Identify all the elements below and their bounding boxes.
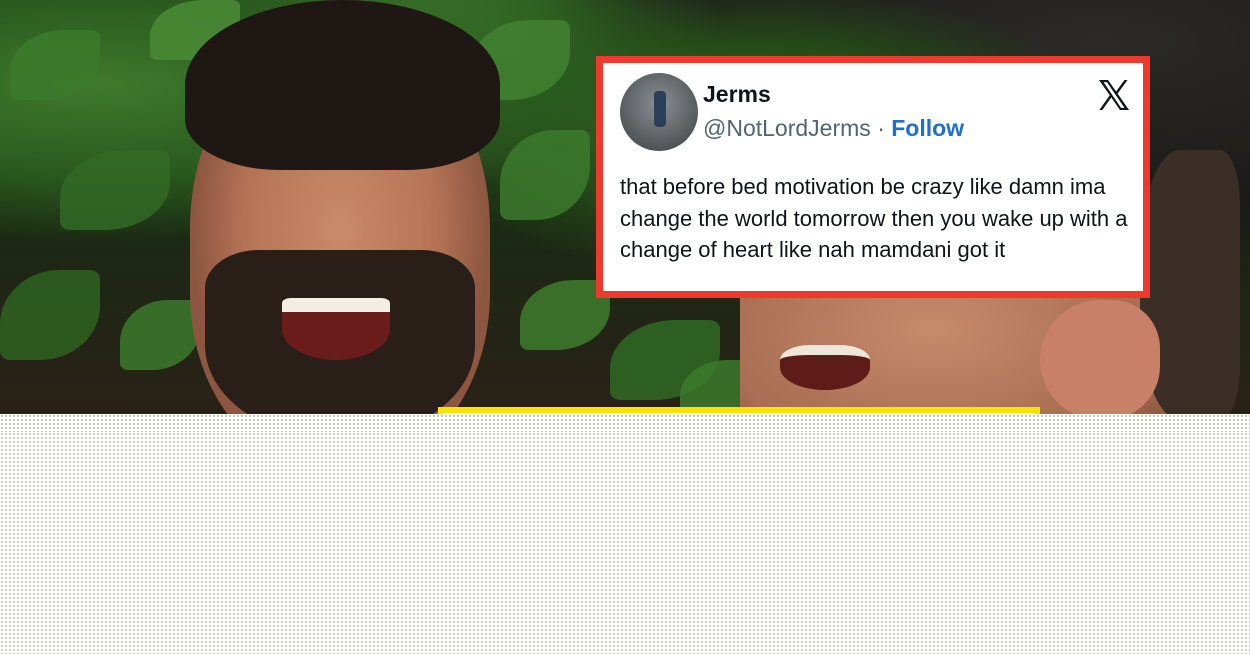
ivy-leaf — [500, 130, 590, 220]
follow-button[interactable]: Follow — [891, 115, 964, 141]
ivy-leaf — [120, 300, 200, 370]
tweet-text: that before bed motivation be crazy like… — [620, 174, 1128, 262]
tweet-handle-row: @NotLordJerms · Follow — [703, 115, 964, 142]
separator-dot: · — [877, 115, 885, 141]
man-left-hair — [185, 0, 500, 170]
ivy-leaf — [60, 150, 170, 230]
ivy-leaf — [10, 30, 100, 100]
dotted-overlay-lower — [0, 432, 1250, 654]
man-left-mouth — [282, 298, 390, 360]
tweet-card: Jerms @NotLordJerms · Follow that before… — [596, 56, 1150, 298]
avatar-figure — [654, 91, 666, 127]
man-right-mouth — [780, 345, 870, 390]
tweet-author-name[interactable]: Jerms — [703, 81, 771, 108]
man-right-ear — [1040, 300, 1160, 420]
ivy-leaf — [0, 270, 100, 360]
x-logo-icon[interactable] — [1095, 77, 1133, 113]
avatar[interactable] — [620, 73, 698, 151]
tweet-handle[interactable]: @NotLordJerms — [703, 115, 871, 141]
